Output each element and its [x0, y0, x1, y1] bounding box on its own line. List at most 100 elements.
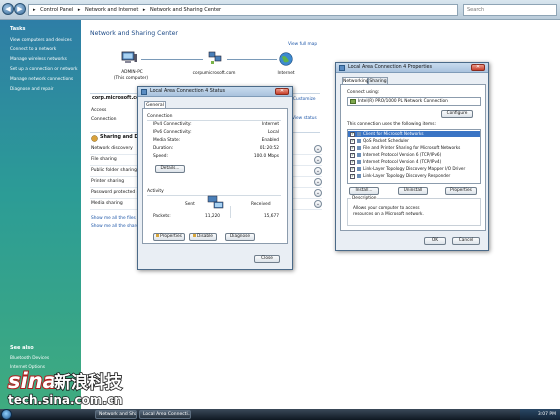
list-item[interactable]: ✓ File and Printer Sharing for Microsoft … [348, 145, 480, 151]
protocol-icon [357, 167, 361, 171]
adapter-name: Intel(R) PRO/1000 PL Network Connection [358, 99, 448, 104]
forward-button[interactable]: ▶ [14, 3, 26, 15]
ipv6-label: IPv6 Connectivity: [153, 130, 192, 135]
disable-button[interactable]: Disable [189, 233, 217, 241]
list-item[interactable]: ✓ Link-Layer Topology Discovery Responder [348, 173, 480, 179]
description-text: Allows your computer to access resources… [353, 205, 424, 216]
close-icon[interactable]: ✕ [275, 88, 289, 95]
tasks-title: Tasks [10, 26, 26, 32]
checkbox[interactable]: ✓ [350, 145, 355, 151]
breadcrumb-control-panel[interactable]: Control Panel [40, 7, 73, 13]
chevron-down-icon[interactable]: ⌄ [314, 145, 322, 153]
checkbox[interactable]: ✓ [350, 166, 355, 172]
properties-dialog: Local Area Connection 4 Properties ✕ Net… [335, 62, 489, 251]
share-label: Media sharing [91, 201, 123, 206]
adapter-field: Intel(R) PRO/1000 PL Network Connection [347, 97, 481, 106]
chevron-down-icon[interactable]: ⌄ [314, 200, 322, 208]
taskbar: Network and Sharing Center Local Area Co… [0, 409, 560, 420]
task-connect-network[interactable]: Connect to a network [10, 47, 56, 52]
item-label: Internet Protocol Version 4 (TCP/IPv4) [363, 159, 442, 164]
page-title: Network and Sharing Center [90, 30, 178, 37]
packets-received-value: 15,677 [263, 214, 279, 219]
chevron-down-icon[interactable]: ⌄ [314, 156, 322, 164]
dialog-titlebar[interactable]: Local Area Connection 4 Properties ✕ [336, 63, 488, 73]
computer-name-label: ADMIN-PC [121, 70, 143, 75]
taskbar-item-connection-status[interactable]: Local Area Connecti... [139, 410, 191, 419]
dialog-body: Connect using: Intel(R) PRO/1000 PL Netw… [340, 84, 486, 231]
dialog-body: Connection IPv4 Connectivity: Internet I… [142, 108, 288, 244]
network-name-label: corpumicrosoft.com [192, 71, 236, 76]
activity-group-label: Activity [147, 189, 164, 194]
view-status-link[interactable]: View status [292, 116, 317, 121]
diagnose-button[interactable]: Diagnose [225, 233, 255, 241]
chevron-down-icon[interactable]: ⌄ [314, 178, 322, 186]
service-icon [357, 139, 361, 143]
close-icon[interactable]: ✕ [471, 64, 485, 71]
checkbox[interactable]: ✓ [350, 173, 355, 179]
install-button[interactable]: Install... [349, 187, 379, 195]
system-tray-clock[interactable]: 3:07 PM [520, 409, 560, 420]
share-label: File sharing [91, 157, 117, 162]
connect-using-label: Connect using: [347, 90, 380, 95]
sina-watermark-logo: sina 新浪科技 tech.sina.com.cn [2, 359, 137, 409]
chevron-down-icon[interactable]: ⌄ [314, 167, 322, 175]
breadcrumb-network-internet[interactable]: Network and Internet [85, 7, 138, 13]
task-manage-wireless[interactable]: Manage wireless networks [10, 57, 67, 62]
task-diagnose-repair[interactable]: Diagnose and repair [10, 87, 54, 92]
sent-label: Sent [185, 202, 195, 207]
properties-button[interactable]: Properties [153, 233, 185, 241]
dialog-titlebar[interactable]: Local Area Connection 4 Status ✕ [138, 87, 292, 97]
protocol-icon [357, 160, 361, 164]
nav-buttons: ◀ ▶ [2, 3, 26, 17]
sharing-icon [91, 135, 98, 142]
task-view-computers[interactable]: View computers and devices [10, 38, 72, 43]
breadcrumb[interactable]: ▸ Control Panel ▸ Network and Internet ▸… [28, 4, 458, 16]
checkbox[interactable]: ✓ [350, 138, 355, 144]
back-button[interactable]: ◀ [2, 3, 14, 15]
list-item[interactable]: ✓ Link-Layer Topology Discovery Mapper I/… [348, 166, 480, 172]
status-dialog: Local Area Connection 4 Status ✕ General… [137, 86, 293, 270]
checkbox[interactable]: ✓ [350, 131, 355, 137]
list-item[interactable]: ✓ Internet Protocol Version 6 (TCP/IPv6) [348, 152, 480, 158]
checkbox[interactable]: ✓ [350, 159, 355, 165]
connection-group-label: Connection [147, 114, 173, 119]
chevron-down-icon[interactable]: ⌄ [314, 189, 322, 197]
protocol-icon [357, 153, 361, 157]
close-button[interactable]: Close [254, 255, 280, 263]
shield-icon [156, 234, 160, 237]
view-full-map-link[interactable]: View full map [288, 42, 317, 47]
breadcrumb-sharing-center[interactable]: Network and Sharing Center [150, 7, 221, 13]
customize-link[interactable]: Customize [293, 97, 316, 102]
start-button[interactable] [1, 409, 12, 420]
cancel-button[interactable]: Cancel [452, 237, 480, 245]
computers-icon [207, 195, 225, 211]
configure-button[interactable]: Configure [441, 110, 473, 118]
list-item[interactable]: ✓ QoS Packet Scheduler [348, 138, 480, 144]
breadcrumb-separator: ▸ [142, 7, 146, 13]
taskbar-item-sharing-center[interactable]: Network and Sharing Center [95, 410, 137, 419]
properties-button-label: Properties [160, 234, 182, 239]
description-title: Description [351, 196, 378, 201]
task-setup-connection[interactable]: Set up a connection or network [10, 67, 78, 72]
ok-button[interactable]: OK [424, 237, 446, 245]
see-also-title: See also [10, 345, 34, 351]
list-item[interactable]: ✓ Client for Microsoft Networks [348, 131, 480, 137]
item-label: Link-Layer Topology Discovery Mapper I/O… [363, 166, 466, 171]
checkbox[interactable]: ✓ [350, 152, 355, 158]
ipv6-value: Local [267, 130, 279, 135]
list-item[interactable]: ✓ Internet Protocol Version 4 (TCP/IPv4) [348, 159, 480, 165]
this-computer-label: (This computer) [113, 76, 149, 81]
client-icon [357, 132, 361, 136]
details-button[interactable]: Details... [155, 165, 185, 173]
ipv4-label: IPv4 Connectivity: [153, 122, 192, 127]
media-state-label: Media State: [153, 138, 181, 143]
task-manage-connections[interactable]: Manage network connections [10, 77, 73, 82]
divider [147, 120, 281, 121]
share-label: Public folder sharing [91, 168, 138, 173]
item-properties-button[interactable]: Properties [445, 187, 477, 195]
ipv4-value: Internet [261, 122, 279, 127]
network-icon [141, 89, 147, 95]
uninstall-button[interactable]: Uninstall [398, 187, 428, 195]
disable-button-label: Disable [197, 234, 213, 239]
search-input[interactable]: Search [463, 4, 557, 16]
